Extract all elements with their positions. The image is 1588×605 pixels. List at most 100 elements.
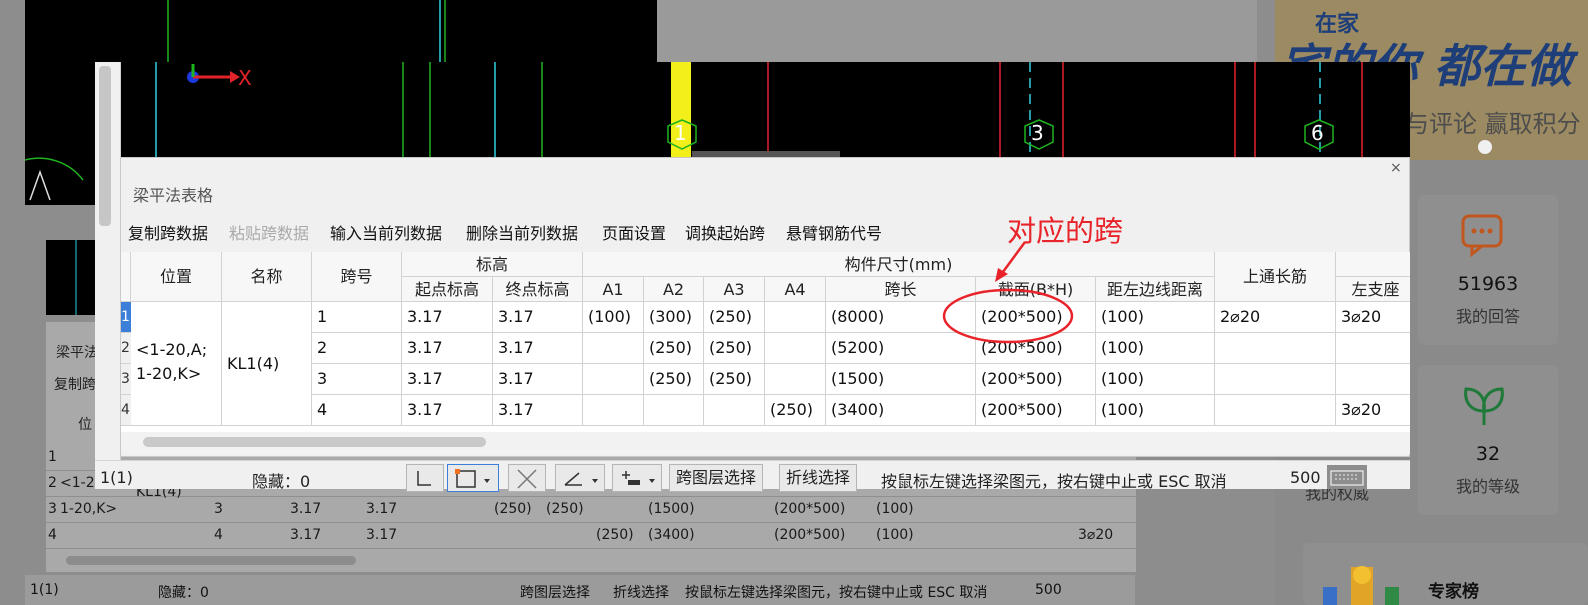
bg-status-btn-layer: 跨图层选择: [520, 585, 590, 601]
cell-a2[interactable]: (300): [644, 302, 704, 333]
cell-a3[interactable]: [704, 395, 765, 426]
cell-left-support[interactable]: [1336, 333, 1410, 364]
page-setup-button[interactable]: 页面设置: [602, 220, 666, 244]
keyboard-icon[interactable]: [1327, 465, 1367, 489]
angle-tool-dropdown[interactable]: [555, 464, 605, 492]
cell-position[interactable]: <1-20,A; 1-20,K>: [131, 302, 222, 426]
cell-a1[interactable]: [583, 395, 644, 426]
grid-marker-3: 3: [1031, 121, 1044, 145]
row-number[interactable]: 3: [121, 364, 131, 395]
status-number: 500: [1290, 468, 1321, 487]
cell-start-elevation[interactable]: 3.17: [402, 333, 493, 364]
bg-panel-title: 梁平法: [56, 345, 98, 361]
cell-a1[interactable]: (100): [583, 302, 644, 333]
bg-status-left: 1(1): [30, 582, 59, 598]
vertical-scrollbar-thumb[interactable]: [99, 66, 111, 226]
cross-layer-select-button[interactable]: 跨图层选择: [669, 464, 764, 492]
stat-card-answers[interactable]: 51963 我的回答: [1418, 195, 1558, 345]
cell-end-elevation[interactable]: 3.17: [493, 333, 583, 364]
horizontal-scrollbar-thumb[interactable]: [143, 437, 486, 447]
cell-span[interactable]: 3: [312, 364, 402, 395]
close-button[interactable]: ×: [1390, 160, 1402, 176]
cell-start-elevation[interactable]: 3.17: [402, 302, 493, 333]
cell-a2[interactable]: [644, 395, 704, 426]
cad-drawing: [155, 62, 1363, 157]
add-point-dropdown[interactable]: [612, 464, 662, 492]
cell-a4[interactable]: [765, 333, 826, 364]
cell-top-bar[interactable]: [1215, 364, 1336, 395]
cell-section[interactable]: (200*500): [976, 364, 1096, 395]
header-left-support: 左支座: [1336, 277, 1410, 302]
cell-top-bar[interactable]: [1215, 333, 1336, 364]
cell-top-bar[interactable]: 2⌀20: [1215, 302, 1336, 333]
cell-a3[interactable]: (250): [704, 302, 765, 333]
header-a2: A2: [644, 277, 704, 302]
input-column-data-button[interactable]: 输入当前列数据: [330, 220, 442, 244]
polyline-select-button[interactable]: 折线选择: [779, 464, 858, 492]
answers-count: 51963: [1457, 273, 1519, 295]
header-span: 跨号: [312, 252, 402, 302]
stat-card-level[interactable]: 32 我的等级: [1418, 365, 1558, 515]
cell-span-length[interactable]: (1500): [826, 364, 976, 395]
cell-a3[interactable]: (250): [704, 364, 765, 395]
cell-end-elevation[interactable]: 3.17: [493, 302, 583, 333]
cell-a3[interactable]: (250): [704, 333, 765, 364]
cantilever-rebar-code-button[interactable]: 悬臂钢筋代号: [786, 220, 882, 244]
grid-marker-6: 6: [1311, 121, 1324, 145]
row-number[interactable]: 2: [121, 333, 131, 364]
cell-a2[interactable]: (250): [644, 333, 704, 364]
row-number[interactable]: 4: [121, 395, 131, 426]
chat-bubble-icon: [1461, 214, 1503, 257]
cell-distance-left[interactable]: (100): [1096, 364, 1215, 395]
cell-end-elevation[interactable]: 3.17: [493, 364, 583, 395]
header-elevation: 标高: [402, 252, 583, 277]
cell-a1[interactable]: [583, 364, 644, 395]
cell-span[interactable]: 1: [312, 302, 402, 333]
swap-start-span-button[interactable]: 调换起始跨: [685, 220, 765, 244]
cad-canvas[interactable]: X 1 3 6: [95, 62, 1410, 157]
cell-a4[interactable]: (250): [765, 395, 826, 426]
bg-table-row: 3 1-20,K> KL1(4) 3 3.17 3.17 (250) (250)…: [46, 484, 1136, 523]
x-axis-label: X: [238, 66, 252, 90]
grid-marker-1: 1: [674, 121, 687, 145]
bg-header-position: 位: [78, 417, 92, 433]
bg-table-row: 4 4 3.17 3.17 (250) (3400) (200*500) (10…: [46, 522, 1136, 549]
delete-column-data-button[interactable]: 删除当前列数据: [466, 220, 578, 244]
medal-icon: [1323, 566, 1399, 605]
paste-span-data-button[interactable]: 粘贴跨数据: [229, 220, 309, 244]
corner-select-icon[interactable]: [406, 464, 444, 492]
cell-left-support[interactable]: 3⌀20: [1336, 395, 1410, 426]
cell-a1[interactable]: [583, 333, 644, 364]
rect-select-dropdown[interactable]: [447, 464, 499, 492]
header-position: 位置: [131, 252, 222, 302]
cell-start-elevation[interactable]: 3.17: [402, 395, 493, 426]
carousel-dot[interactable]: [1478, 140, 1492, 154]
cell-span[interactable]: 4: [312, 395, 402, 426]
bg-status-number: 500: [1035, 582, 1062, 598]
expert-title: 专家榜: [1428, 582, 1479, 602]
cell-distance-left[interactable]: (100): [1096, 395, 1215, 426]
cell-left-support[interactable]: [1336, 364, 1410, 395]
bg-status-btn-polyline: 折线选择: [613, 585, 669, 601]
cell-top-bar[interactable]: [1215, 395, 1336, 426]
cell-end-elevation[interactable]: 3.17: [493, 395, 583, 426]
header-a1: A1: [583, 277, 644, 302]
copy-span-data-button[interactable]: 复制跨数据: [128, 220, 208, 244]
cross-select-icon[interactable]: [508, 464, 546, 492]
header-left-support-group: [1336, 252, 1410, 277]
cell-start-elevation[interactable]: 3.17: [402, 364, 493, 395]
cell-span-length[interactable]: (3400): [826, 395, 976, 426]
cell-a2[interactable]: (250): [644, 364, 704, 395]
header-start-elevation: 起点标高: [402, 277, 493, 302]
level-value: 32: [1475, 443, 1501, 465]
cell-a4[interactable]: [765, 302, 826, 333]
cell-section[interactable]: (200*500): [976, 395, 1096, 426]
cell-name[interactable]: KL1(4): [222, 302, 312, 426]
cell-left-support[interactable]: 3⌀20: [1336, 302, 1410, 333]
beam-table: 位置 名称 跨号 标高 起点标高 终点标高 构件尺寸(mm) A1 A2 A3 …: [121, 252, 1410, 432]
cell-a4[interactable]: [765, 364, 826, 395]
cell-span[interactable]: 2: [312, 333, 402, 364]
expert-leaderboard-card[interactable]: 专家榜: [1303, 543, 1588, 605]
status-count: 1(1): [100, 468, 133, 487]
row-number[interactable]: 1: [121, 302, 131, 333]
